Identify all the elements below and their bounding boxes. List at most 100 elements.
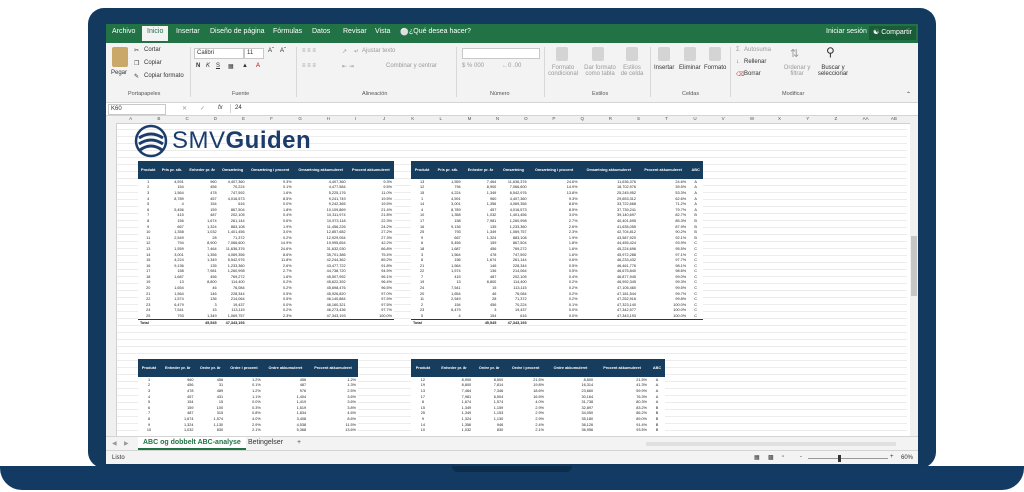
format-cells-icon[interactable] [709, 47, 721, 61]
delete-cells-icon[interactable] [684, 47, 696, 61]
delete-cells-button[interactable]: Eliminar [679, 65, 701, 71]
table-cell[interactable] [158, 318, 186, 326]
align-top-icon[interactable]: ≡ ≡ ≡ [302, 48, 316, 54]
column-header-cell[interactable]: Enheder pr. år [185, 161, 219, 179]
tab-vista[interactable]: Vista [375, 28, 390, 35]
zoom-slider-thumb[interactable] [838, 455, 841, 462]
horizontal-scrollbar[interactable] [646, 442, 896, 446]
zoom-level[interactable]: 60% [901, 455, 913, 461]
prev-sheet-icon[interactable]: ◀ [112, 440, 117, 447]
conditional-format-icon[interactable] [556, 47, 568, 61]
column-header-f[interactable]: F [270, 116, 273, 121]
column-header-cell[interactable]: Ordre i procent [225, 359, 263, 377]
column-header-cell[interactable]: Produkt [138, 359, 161, 377]
column-header-p[interactable]: P [552, 116, 555, 121]
borders-icon[interactable]: ▦ [228, 63, 234, 70]
scroll-thumb[interactable] [911, 236, 917, 296]
table-cell[interactable]: 47,343,193 [218, 318, 247, 326]
table-cell[interactable]: 2.1% [505, 427, 546, 433]
table-cell[interactable] [433, 318, 463, 326]
zoom-slider[interactable] [808, 455, 888, 462]
table-cell[interactable] [347, 318, 394, 326]
column-header-e[interactable]: E [242, 116, 245, 121]
column-header-cell[interactable]: Procent akkumuleret [347, 161, 394, 179]
bold-button[interactable]: N [196, 63, 200, 69]
fill-button[interactable]: Rellenar [744, 59, 766, 65]
decimal-icon[interactable]: ←0 .00 [502, 63, 521, 69]
format-painter-icon[interactable]: ✎ [134, 73, 139, 80]
sort-filter-icon[interactable]: ⇅ [790, 47, 799, 60]
zoom-out-button[interactable]: - [800, 454, 802, 460]
column-header-o[interactable]: O [524, 116, 528, 121]
autosum-button[interactable]: Autosuma [744, 47, 771, 53]
cell-styles-icon[interactable] [626, 47, 638, 61]
column-header-cell[interactable]: Produkt [411, 161, 434, 179]
column-header-cell[interactable]: Ordre pr. år [473, 359, 506, 377]
tab-insertar[interactable]: Insertar [176, 28, 200, 35]
column-header-a[interactable]: A [129, 116, 132, 121]
font-name-select[interactable]: Calibri [194, 48, 244, 59]
currency-icon[interactable]: $ % 000 [462, 63, 484, 69]
column-header-ab[interactable]: AB [891, 116, 897, 121]
column-header-cell[interactable]: Ordre akkumuleret [546, 359, 596, 377]
normal-view-icon[interactable]: ▦ [754, 454, 760, 461]
table-cell[interactable]: 13.6% [308, 427, 358, 433]
cancel-icon[interactable]: ✕ [182, 105, 187, 112]
italic-button[interactable]: K [206, 63, 210, 69]
column-header-c[interactable]: C [186, 116, 189, 121]
enter-icon[interactable]: ✓ [200, 105, 205, 112]
column-header-aa[interactable]: AA [863, 116, 869, 121]
column-header-cell[interactable]: Ordre pr. år [195, 359, 226, 377]
decrease-font-icon[interactable]: Aˇ [280, 48, 286, 54]
column-header-cell[interactable]: Ordre i procent [505, 359, 547, 377]
table-cell[interactable] [293, 318, 348, 326]
vertical-scrollbar[interactable] [910, 116, 918, 456]
increase-font-icon[interactable]: Aˆ [268, 48, 274, 54]
wrap-text-button[interactable]: Ajustar texto [362, 48, 395, 54]
signin-link[interactable]: Iniciar sesión [826, 28, 867, 35]
column-header-cell[interactable]: Enheder pr. år [160, 359, 196, 377]
table-cell[interactable]: B [649, 427, 665, 433]
fill-icon[interactable]: ↓ [736, 59, 739, 65]
column-header-k[interactable]: K [411, 116, 414, 121]
column-header-cell[interactable]: ABC [688, 161, 703, 179]
collapse-ribbon-icon[interactable]: ⌃ [906, 91, 911, 98]
share-button[interactable]: ☯ Compartir [869, 26, 916, 40]
insert-cells-icon[interactable] [658, 47, 670, 61]
table-cell[interactable] [688, 318, 703, 326]
column-header-r[interactable]: R [609, 116, 612, 121]
cut-button[interactable]: Cortar [144, 47, 161, 53]
column-header-cell[interactable]: Omsætning i procent [528, 161, 580, 179]
column-header-cell[interactable]: ABC [649, 359, 665, 377]
column-header-cell[interactable]: Pris pr. stk. [158, 161, 186, 179]
column-header-j[interactable]: J [383, 116, 385, 121]
format-table-icon[interactable] [592, 47, 604, 61]
column-header-cell[interactable]: Enheder pr. år [462, 161, 499, 179]
column-header-s[interactable]: S [637, 116, 640, 121]
column-header-cell[interactable]: Procent akkumuleret [595, 359, 650, 377]
table-cell[interactable] [528, 318, 580, 326]
column-header-cell[interactable]: Procent akkumuleret [308, 359, 358, 377]
column-header-x[interactable]: X [778, 116, 781, 121]
format-as-table-button[interactable]: Dar formato como tabla [584, 65, 616, 77]
column-header-d[interactable]: D [214, 116, 217, 121]
column-header-h[interactable]: H [327, 116, 330, 121]
column-header-b[interactable]: B [157, 116, 160, 121]
column-header-cell[interactable]: Ordre akkumuleret [262, 359, 309, 377]
fill-color-icon[interactable]: ▲ [242, 63, 248, 69]
cell-styles-button[interactable]: Estilos de celda [620, 65, 644, 77]
font-color-icon[interactable]: A [256, 63, 260, 69]
column-header-cell[interactable]: Produkt [138, 161, 159, 179]
copy-button[interactable]: Copiar [144, 60, 162, 66]
align-left-icon[interactable]: ≡ ≡ ≡ [302, 63, 316, 69]
table-cell[interactable]: 5,368 [263, 427, 308, 433]
paste-button[interactable]: Pegar [111, 70, 127, 76]
tab-formulas[interactable]: Fórmulas [273, 28, 302, 35]
column-header-m[interactable]: M [468, 116, 472, 121]
add-sheet-button[interactable]: + [292, 437, 306, 450]
sheet-tab-active[interactable]: ABC og dobbelt ABC-analyse [138, 437, 246, 450]
page-break-icon[interactable]: ▫ [782, 454, 784, 460]
column-header-cell[interactable]: Omsætning akkumuleret [293, 161, 348, 179]
column-header-cell[interactable]: Produkt [411, 359, 435, 377]
table-cell[interactable]: 830 [473, 427, 505, 433]
